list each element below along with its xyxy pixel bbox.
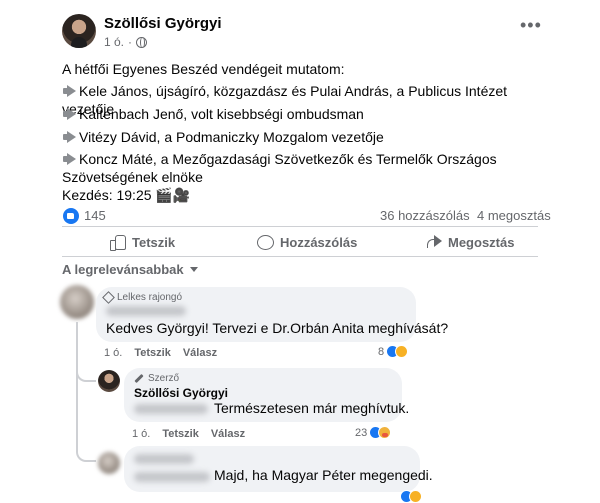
comment-actions: 1 ó. Tetszik Válasz: [132, 428, 246, 440]
post-author-name[interactable]: Szöllősi Györgyi: [104, 15, 222, 32]
author-avatar[interactable]: [98, 370, 120, 392]
post-meta: 1 ó. ·: [104, 35, 148, 49]
post-text-guest-4: Koncz Máté, a Mezőgazdasági Szövetkezők …: [62, 151, 497, 185]
author-badge: Szerző: [134, 373, 179, 384]
shares-count[interactable]: 4 megosztás: [477, 208, 551, 223]
blurred-commenter-name: [134, 454, 194, 464]
megaphone-icon: [62, 153, 78, 165]
like-button[interactable]: Tetszik: [110, 230, 175, 254]
thread-line: [76, 420, 96, 462]
comment-author-name[interactable]: Szöllősi Györgyi: [134, 386, 228, 400]
post-time[interactable]: 1 ó.: [104, 35, 124, 49]
haha-reaction-icon: [409, 490, 422, 503]
comment-actions: 1 ó. Tetszik Válasz: [104, 347, 218, 359]
reactions-count[interactable]: 145: [84, 208, 106, 223]
comment-text: Természetesen már meghívtuk.: [214, 400, 410, 416]
comment-reactions[interactable]: [398, 490, 422, 503]
comment-bubble-icon: [257, 234, 274, 250]
comments-count[interactable]: 36 hozzászólás: [380, 208, 470, 223]
haha-reaction-icon: [395, 345, 409, 358]
divider: [62, 256, 538, 257]
megaphone-icon: [62, 85, 78, 97]
chevron-down-icon: [189, 267, 198, 272]
comment-reply-link[interactable]: Válasz: [183, 347, 217, 359]
post-text-start-time: Kezdés: 19:25 🎬🎥: [62, 187, 191, 203]
blurred-tagged-name: [134, 404, 208, 414]
megaphone-icon: [62, 108, 78, 120]
comment-bubble: Lelkes rajongó Kedves Györgyi! Tervezi e…: [96, 287, 448, 342]
more-options-icon[interactable]: •••: [520, 16, 542, 34]
thread-line: [76, 362, 96, 382]
megaphone-icon: [62, 131, 78, 143]
comment-button[interactable]: Hozzászólás: [257, 230, 357, 254]
diamond-icon: [102, 291, 115, 304]
commenter-avatar[interactable]: [60, 285, 94, 319]
blurred-commenter-name: [106, 306, 186, 316]
comment-like-link[interactable]: Tetszik: [162, 428, 198, 440]
comment-reply-link[interactable]: Válasz: [211, 428, 245, 440]
author-avatar[interactable]: [62, 14, 96, 48]
comment-bubble: Majd, ha Magyar Péter megengedi.: [124, 446, 433, 492]
like-reaction-icon[interactable]: [63, 208, 79, 224]
comment-sort-dropdown[interactable]: A legrelevánsabbak: [62, 262, 198, 277]
facebook-post: Szöllősi Györgyi 1 ó. · ••• A hétfői Egy…: [0, 0, 600, 503]
fan-badge: Lelkes rajongó: [102, 291, 182, 304]
comment-text: Majd, ha Magyar Péter megengedi.: [214, 467, 433, 483]
comment-reactions[interactable]: 8: [378, 345, 409, 358]
share-arrow-icon: [426, 235, 442, 249]
commenter-avatar[interactable]: [98, 452, 120, 474]
share-button[interactable]: Megosztás: [426, 230, 514, 254]
divider: [62, 226, 538, 227]
post-text-intro: A hétfői Egyenes Beszéd vendégeit mutato…: [62, 61, 345, 77]
globe-icon: [136, 36, 148, 48]
blurred-tagged-name: [134, 472, 210, 482]
post-text-guest-2: Kaltenbach Jenő, volt kisebbségi ombudsm…: [62, 105, 532, 123]
comment-text: Kedves Györgyi! Tervezi e Dr.Orbán Anita…: [106, 320, 449, 336]
thumbs-up-icon: [110, 234, 126, 251]
comment-bubble: Szerző Szöllősi Györgyi Természetesen má…: [124, 368, 409, 422]
comment-reactions[interactable]: 23: [355, 426, 392, 439]
comment-like-link[interactable]: Tetszik: [134, 347, 170, 359]
care-reaction-icon: [378, 426, 392, 439]
pencil-icon: [134, 373, 144, 384]
post-text-guest-3: Vitézy Dávid, a Podmaniczky Mozgalom vez…: [62, 128, 532, 146]
